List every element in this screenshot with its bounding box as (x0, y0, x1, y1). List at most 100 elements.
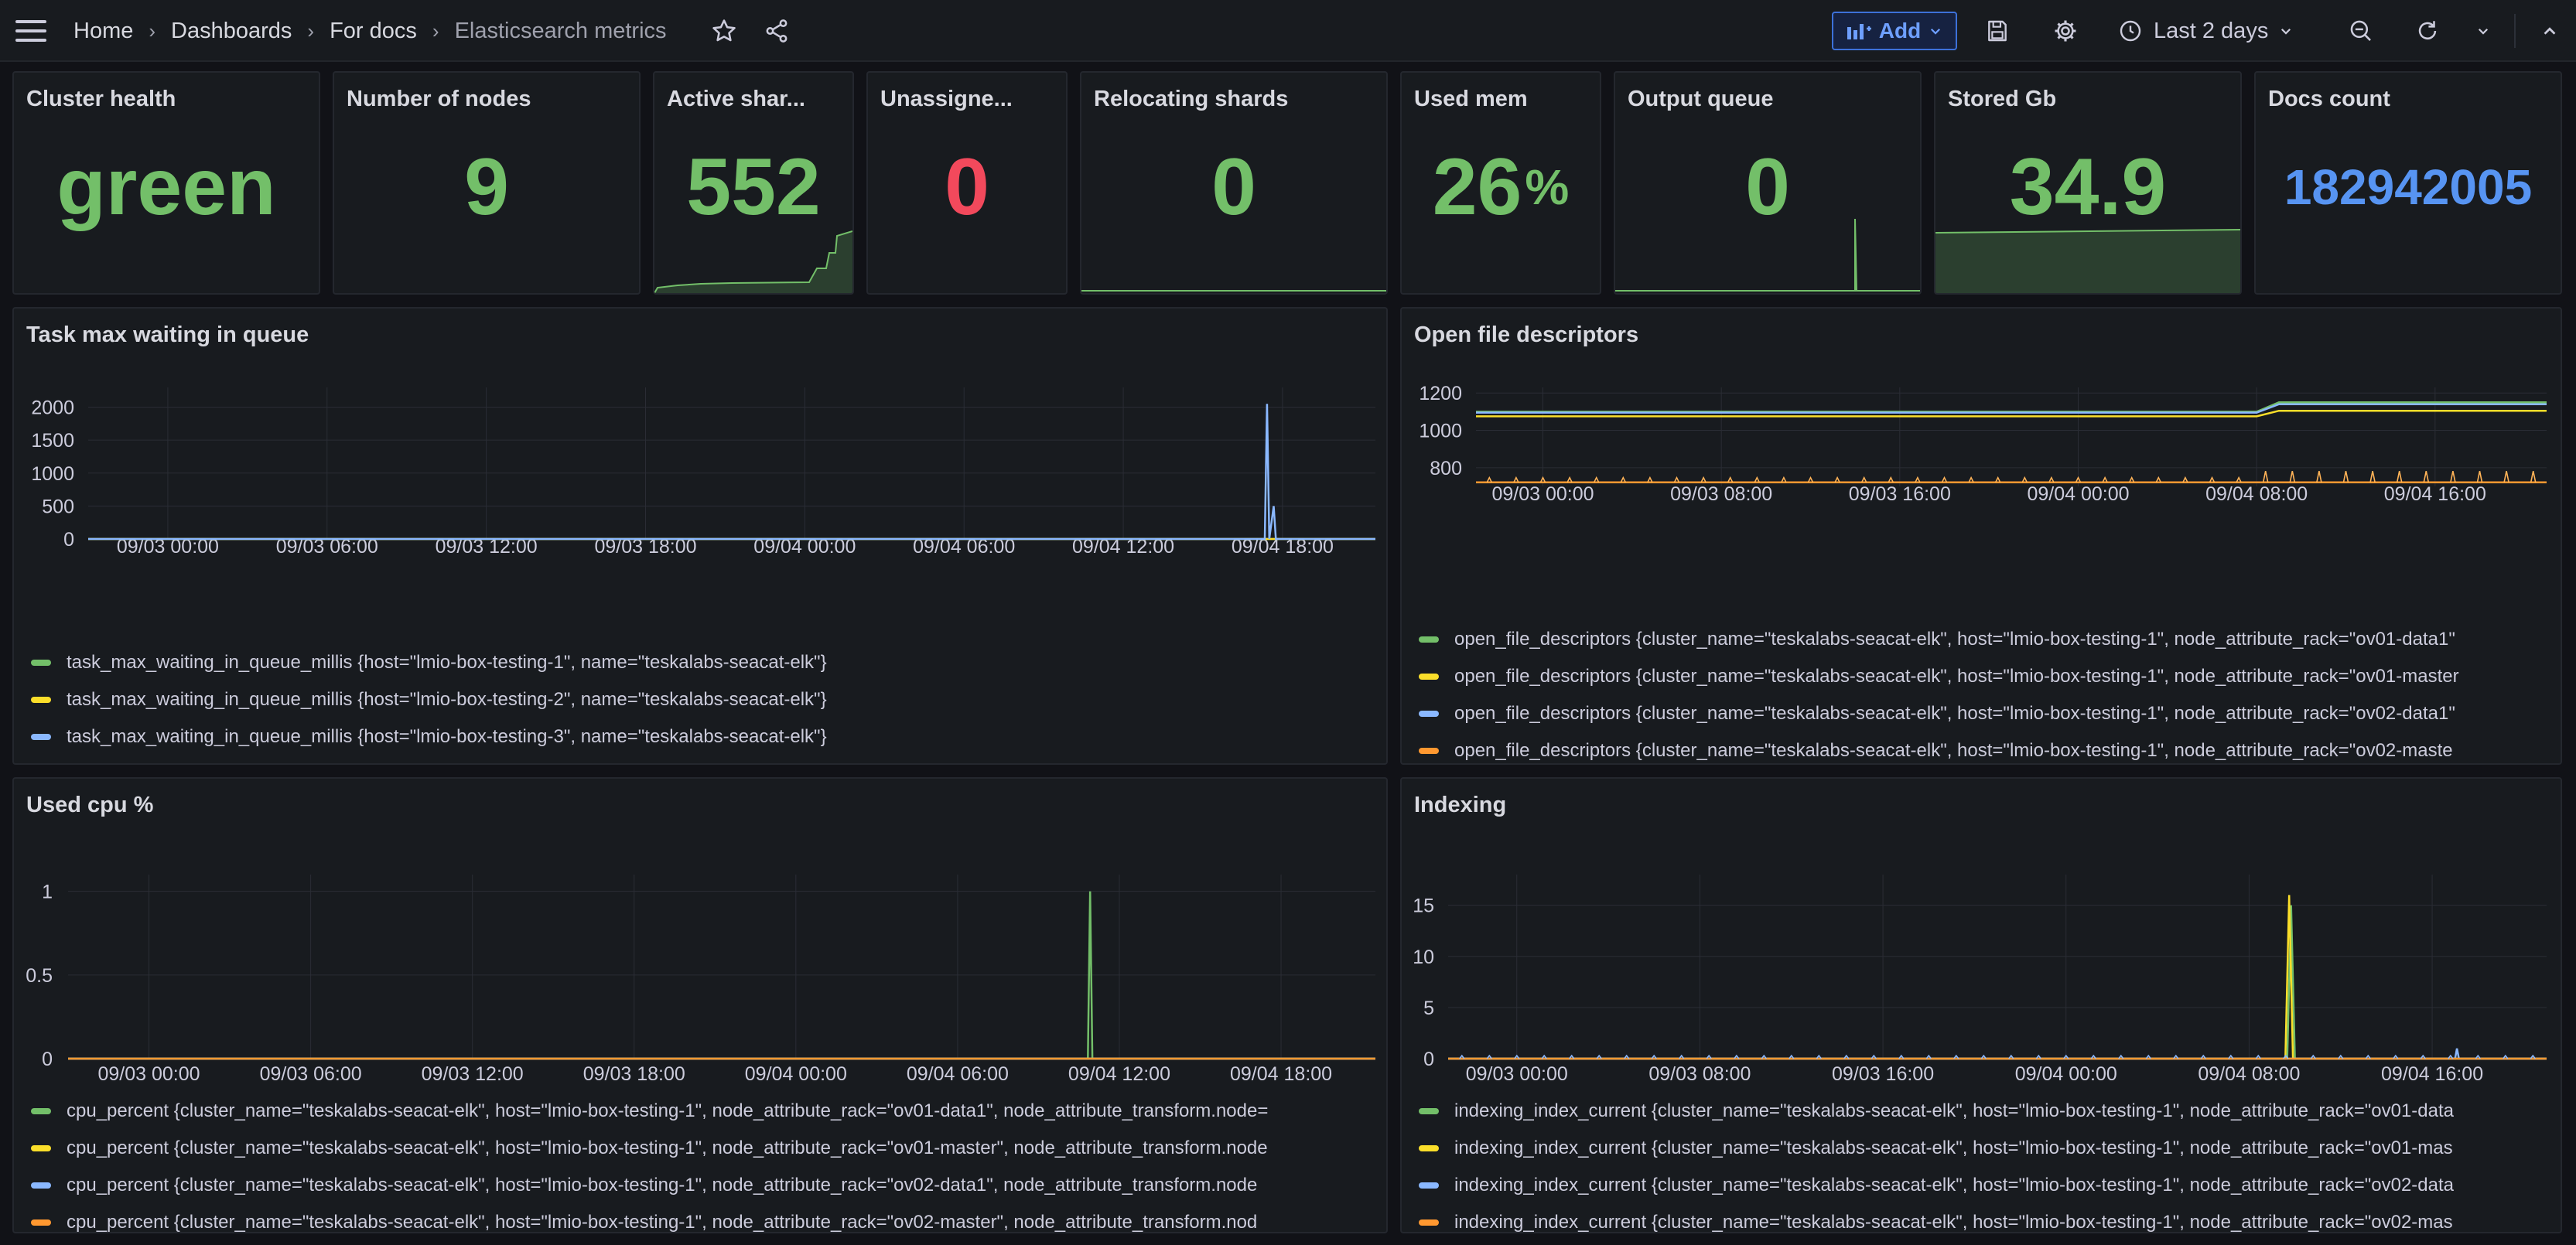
legend-swatch (1419, 1219, 1439, 1226)
stat-panel-number-of-nodes[interactable]: Number of nodes 9 (333, 71, 641, 295)
legend-item[interactable]: open_file_descriptors {cluster_name="tes… (1414, 695, 2553, 732)
legend-label: task_max_waiting_in_queue_millis {host="… (67, 726, 827, 747)
panel-title: Open file descriptors (1414, 322, 1639, 347)
star-icon[interactable] (709, 15, 740, 46)
legend-item[interactable]: open_file_descriptors {cluster_name="tes… (1414, 658, 2553, 695)
stat-number: 182942005 (2284, 159, 2533, 215)
legend-item[interactable]: task_max_waiting_in_queue_millis {host="… (26, 681, 1379, 718)
series-line (1448, 895, 2547, 1060)
gear-icon[interactable] (2050, 15, 2081, 46)
y-tick-label: 1 (42, 882, 53, 903)
panel-title: Unassigne... (880, 87, 1013, 111)
chart-legend: task_max_waiting_in_queue_millis {host="… (26, 644, 1379, 756)
panel-title: Output queue (1628, 87, 1774, 111)
x-tick-label: 09/04 08:00 (2205, 483, 2308, 505)
add-button[interactable]: Add (1832, 12, 1957, 50)
stat-panel-docs-count[interactable]: Docs count 182942005 (2254, 71, 2562, 295)
legend-item[interactable]: cpu_percent {cluster_name="teskalabs-sea… (26, 1204, 1379, 1232)
legend-label: cpu_percent {cluster_name="teskalabs-sea… (67, 1138, 1268, 1158)
stat-value: 0 (1615, 141, 1920, 234)
stat-number: 552 (686, 142, 821, 232)
indexing-chart[interactable]: 0 5 10 15 09/03 00:00 09/03 08:00 09/03 16:00 0… (1402, 833, 2561, 1080)
y-tick-label: 10 (1413, 947, 1434, 968)
stat-panel-stored-gb[interactable]: Stored Gb 34.9 (1934, 71, 2242, 295)
zoom-out-icon[interactable] (2345, 15, 2376, 46)
panel-title: Task max waiting in queue (26, 322, 309, 347)
panel-task-max-waiting[interactable]: Task max waiting in queue 0 500 1000 1500 20… (12, 307, 1388, 765)
legend-label: open_file_descriptors {cluster_name="tes… (1454, 703, 2455, 724)
panel-title: Indexing (1414, 793, 1507, 817)
legend-label: open_file_descriptors {cluster_name="tes… (1454, 666, 2459, 687)
series-spike (2369, 471, 2376, 483)
legend-item[interactable]: cpu_percent {cluster_name="teskalabs-sea… (26, 1093, 1379, 1130)
share-icon[interactable] (761, 15, 792, 46)
stat-value: 0 (868, 141, 1066, 234)
legend-item[interactable]: open_file_descriptors {cluster_name="tes… (1414, 621, 2553, 658)
legend-swatch (31, 1182, 51, 1189)
legend-swatch (31, 660, 51, 666)
series-spike (2450, 471, 2456, 483)
panel-title: Number of nodes (347, 87, 531, 111)
add-button-label: Add (1878, 19, 1922, 43)
y-tick-label: 0 (42, 1049, 53, 1070)
stat-panel-unassigned-shards[interactable]: Unassigne... 0 (866, 71, 1068, 295)
panel-title: Cluster health (26, 87, 176, 111)
refresh-interval-chevron-icon[interactable] (2468, 15, 2499, 46)
menu-icon[interactable] (14, 17, 48, 45)
time-range-picker[interactable]: Last 2 days (2118, 15, 2293, 46)
open-files-chart[interactable]: 800 1000 1200 09/03 00:00 09/03 08:00 09/03 1… (1402, 363, 2561, 556)
legend-label: cpu_percent {cluster_name="teskalabs-sea… (67, 1175, 1258, 1196)
legend-item[interactable]: open_file_descriptors {cluster_name="tes… (1414, 732, 2553, 763)
stat-panel-used-mem[interactable]: Used mem 26% (1400, 71, 1601, 295)
stat-value: 552 (654, 141, 852, 234)
stat-value: 9 (334, 141, 639, 234)
refresh-icon[interactable] (2412, 15, 2443, 46)
stat-number: 34.9 (2009, 142, 2167, 232)
legend-item[interactable]: task_max_waiting_in_queue_millis {host="… (26, 644, 1379, 681)
save-icon[interactable] (1982, 15, 2013, 46)
task-queue-chart[interactable]: 050010001500200009/03 00:00 09/03 06:00 09… (14, 363, 1386, 556)
series-spike (2423, 471, 2430, 483)
panel-title: Stored Gb (1948, 87, 2057, 111)
breadcrumb-dashboard-title: Elasticsearch metrics (454, 18, 667, 43)
legend-item[interactable]: indexing_index_current {cluster_name="te… (1414, 1130, 2553, 1167)
y-tick-label: 1000 (31, 463, 74, 485)
panel-open-file-descriptors[interactable]: Open file descriptors 800 1000 1200 09/03 0… (1400, 307, 2562, 765)
panel-used-cpu[interactable]: Used cpu % 0 0.5 1 09/03 00:00 09/03 06:00 09… (12, 777, 1388, 1233)
legend-item[interactable]: indexing_index_current {cluster_name="te… (1414, 1093, 2553, 1130)
series-line (88, 404, 1375, 541)
x-tick-label: 09/04 16:00 (2384, 483, 2486, 505)
clock-icon (2120, 20, 2141, 42)
stat-number: 0 (1211, 142, 1256, 232)
stat-number: 0 (945, 142, 989, 232)
y-tick-label: 1000 (1419, 421, 1462, 442)
legend-item[interactable]: indexing_index_current {cluster_name="te… (1414, 1204, 2553, 1232)
x-tick-label: 09/04 08:00 (2198, 1063, 2300, 1080)
legend-item[interactable]: cpu_percent {cluster_name="teskalabs-sea… (26, 1167, 1379, 1204)
panel-indexing[interactable]: Indexing 0 5 10 15 09/03 00:00 09/03 08:00 09/… (1400, 777, 2562, 1233)
breadcrumb-folder[interactable]: For docs (330, 19, 417, 44)
panel-title: Used mem (1414, 87, 1528, 111)
series-spike (2503, 471, 2509, 483)
legend-label: indexing_index_current {cluster_name="te… (1454, 1100, 2454, 1121)
stat-unit: % (1525, 159, 1570, 215)
stat-panel-cluster-health[interactable]: Cluster health green (12, 71, 320, 295)
breadcrumb-separator-icon: › (149, 19, 156, 43)
legend-item[interactable]: task_max_waiting_in_queue_millis {host="… (26, 718, 1379, 756)
stat-panel-relocating-shards[interactable]: Relocating shards 0 (1080, 71, 1388, 295)
breadcrumb-dashboards[interactable]: Dashboards (171, 19, 292, 44)
panel-title: Active shar... (667, 87, 805, 111)
time-range-label: Last 2 days (2154, 18, 2269, 43)
x-tick-label: 09/03 12:00 (422, 1063, 524, 1080)
legend-item[interactable]: cpu_percent {cluster_name="teskalabs-sea… (26, 1130, 1379, 1167)
breadcrumb-home[interactable]: Home (73, 19, 133, 44)
chevron-down-icon (1931, 28, 1941, 35)
series-line (1448, 1048, 2547, 1060)
cpu-chart[interactable]: 0 0.5 1 09/03 00:00 09/03 06:00 09/03 12:00 09… (14, 833, 1386, 1080)
stat-panel-active-shards[interactable]: Active shar... 552 (653, 71, 854, 295)
stat-panel-output-queue[interactable]: Output queue 0 (1614, 71, 1922, 295)
toolbar-divider (2514, 14, 2516, 48)
legend-label: task_max_waiting_in_queue_millis {host="… (67, 689, 827, 710)
collapse-chevron-icon[interactable] (2534, 15, 2565, 46)
legend-item[interactable]: indexing_index_current {cluster_name="te… (1414, 1167, 2553, 1204)
